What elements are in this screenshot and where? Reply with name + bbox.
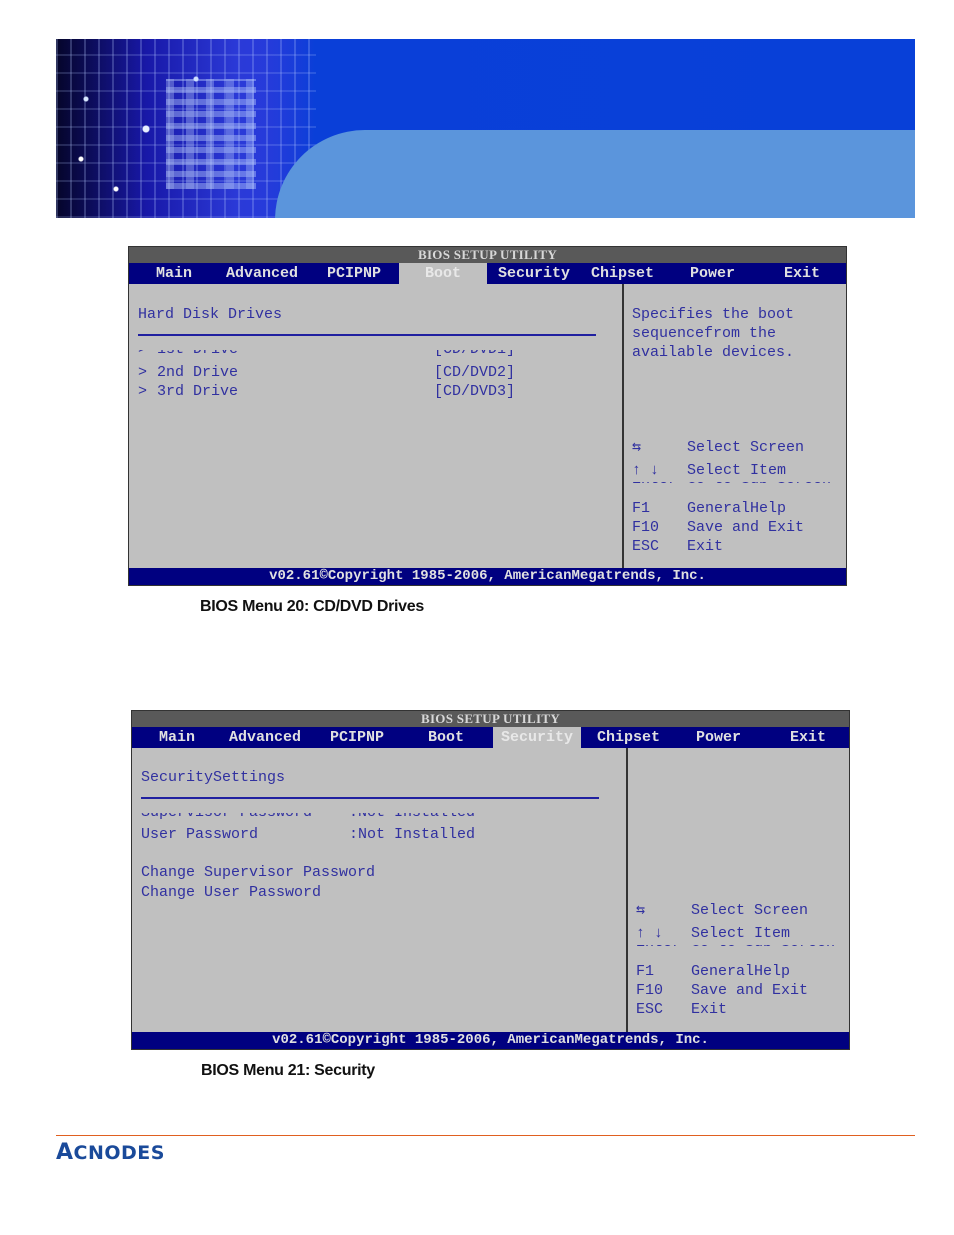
tab-boot[interactable]: Boot [428,727,464,748]
bios-footer-copyright: v02.61©Copyright 1985-2006, AmericanMega… [129,568,846,585]
key-desc: Exit [691,1001,728,1018]
bios-menu-bar: Main Advanced PCIPNP Boot Security Chips… [129,263,846,284]
left-right-arrows-icon: ⇆ [632,439,642,456]
list-item-clipped[interactable]: Supervisor Password :Not Installed [141,813,601,822]
tab-pcipnp[interactable]: PCIPNP [330,727,384,748]
key-desc: Save and Exit [687,519,805,536]
tab-chipset[interactable]: Chipset [591,263,654,284]
key-desc: Select Screen [691,902,809,919]
tab-power[interactable]: Power [696,727,741,748]
tab-security[interactable]: Security [493,727,581,748]
figure-caption: BIOS Menu 21: Security [201,1062,375,1079]
key-name: F1 [632,500,651,517]
key-name: ESC [636,1001,664,1018]
item-label: User Password [141,826,259,843]
bios-screen-boot: BIOS SETUP UTILITY Main Advanced PCIPNP … [128,246,847,586]
list-item-clipped[interactable]: > 1st Drive [CD/DVD1] [138,350,598,359]
key-name: F10 [636,982,664,999]
figure-caption: BIOS Menu 20: CD/DVD Drives [200,598,424,615]
tab-pcipnp[interactable]: PCIPNP [327,263,381,284]
left-right-arrows-icon: ⇆ [636,902,646,919]
bios-screen-security: BIOS SETUP UTILITY Main Advanced PCIPNP … [131,710,850,1050]
bios-menu-bar: Main Advanced PCIPNP Boot Security Chips… [132,727,849,748]
item-label: 3rd Drive [157,383,239,400]
item-value: :Not Installed [349,826,476,843]
bios-title: BIOS SETUP UTILITY [132,711,849,727]
tab-main[interactable]: Main [159,727,195,748]
key-desc: Exit [687,538,724,555]
up-down-arrows-icon: ↑ ↓ [632,462,660,479]
up-down-arrows-icon: ↑ ↓ [636,925,664,942]
key-desc: Select Screen [687,439,805,456]
section-title: SecuritySettings [141,769,286,786]
key-name: F1 [636,963,655,980]
panel-divider [622,284,624,568]
section-divider [141,797,599,799]
tab-boot[interactable]: Boot [399,263,487,284]
tab-advanced[interactable]: Advanced [229,727,301,748]
tab-main[interactable]: Main [156,263,192,284]
banner-rounded-shape [275,130,915,218]
bios-body: Hard Disk Drives > 1st Drive [CD/DVD1] >… [129,284,846,568]
circuit-chips-decoration [166,79,256,189]
tab-power[interactable]: Power [690,263,735,284]
help-text-line: sequencefrom the [632,325,777,342]
key-desc: Save and Exit [691,982,809,999]
help-text-line: Specifies the boot [632,306,795,323]
key-row-clipped: Enter Go to Sub Screen [632,482,837,489]
item-value: [CD/DVD2] [434,364,516,381]
key-row-clipped: Enter Go to Sub Screen [636,945,841,952]
list-item[interactable]: Change Supervisor Password [141,864,375,882]
bios-body: SecuritySettings Supervisor Password :No… [132,748,849,1032]
panel-divider [626,748,628,1032]
key-desc: GeneralHelp [687,500,787,517]
item-prefix: > [138,364,148,381]
bios-title: BIOS SETUP UTILITY [129,247,846,263]
key-name: F10 [632,519,660,536]
list-item[interactable]: Change User Password [141,884,321,902]
acnodes-logo: ACNODES [56,1140,165,1165]
header-banner [56,39,915,218]
bios-footer-copyright: v02.61©Copyright 1985-2006, AmericanMega… [132,1032,849,1049]
tab-advanced[interactable]: Advanced [226,263,298,284]
item-prefix: > [138,383,148,400]
key-desc: Select Item [691,925,791,942]
tab-security[interactable]: Security [498,263,570,284]
key-name: ESC [632,538,660,555]
key-desc: Select Item [687,462,787,479]
item-value: [CD/DVD3] [434,383,516,400]
item-label: 2nd Drive [157,364,239,381]
section-divider [138,334,596,336]
tab-exit[interactable]: Exit [784,263,820,284]
section-title: Hard Disk Drives [138,306,283,323]
tab-exit[interactable]: Exit [790,727,826,748]
help-text-line: available devices. [632,344,795,361]
tab-chipset[interactable]: Chipset [597,727,660,748]
footer-divider [56,1135,915,1136]
key-desc: GeneralHelp [691,963,791,980]
